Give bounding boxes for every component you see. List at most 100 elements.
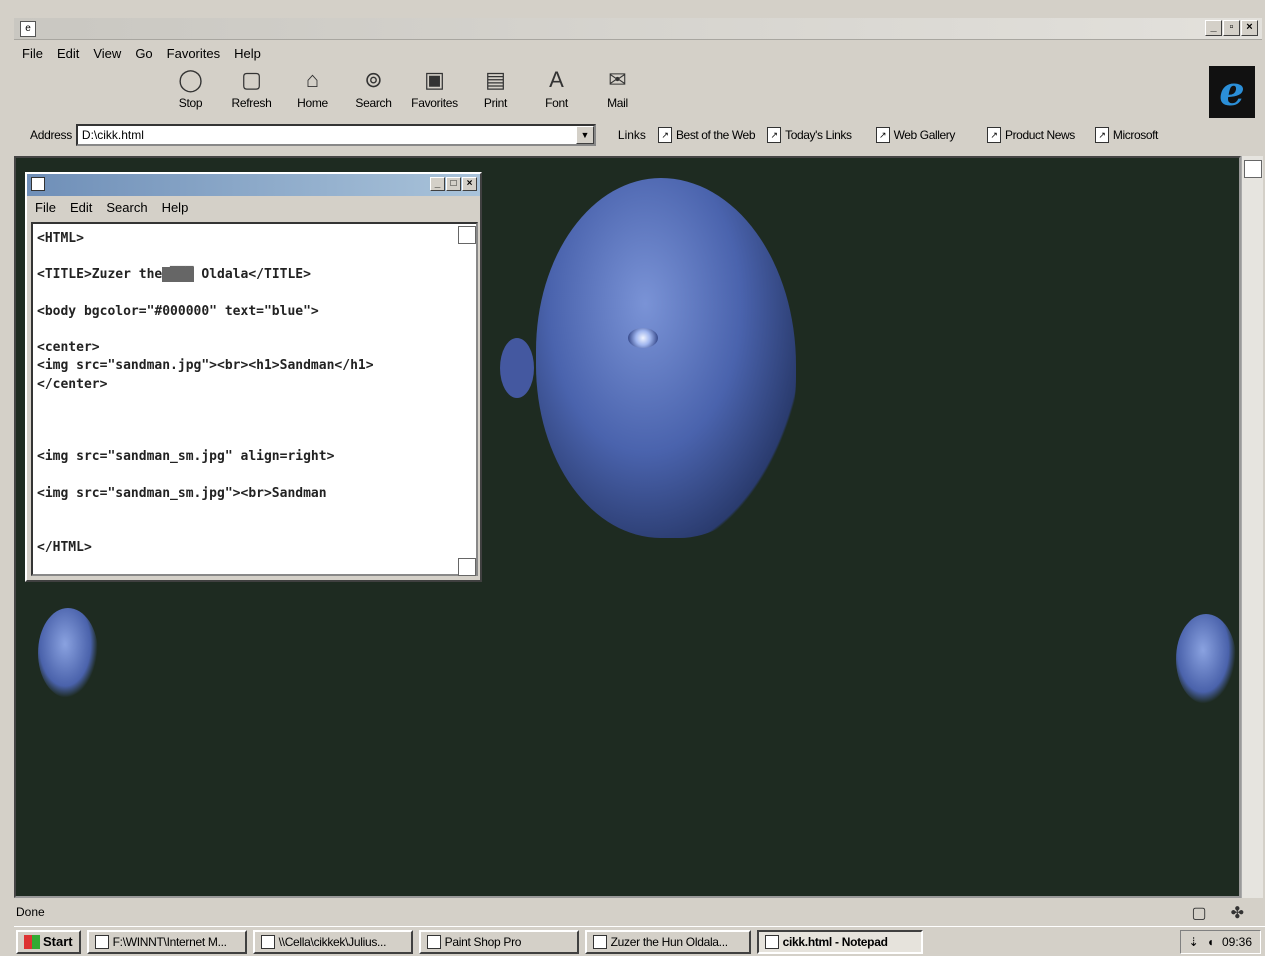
- ie-logo-icon: e: [1209, 66, 1255, 118]
- task-zuzer-the-hun[interactable]: Zuzer the Hun Oldala...: [584, 929, 751, 954]
- browser-menu-bar: File Edit View Go Favorites Help: [14, 42, 261, 64]
- browser-title-bar: e _ ▫ ×: [14, 18, 1262, 40]
- task-paint-shop-pro[interactable]: Paint Shop Pro: [418, 929, 579, 954]
- notepad-line: </center>: [37, 376, 108, 392]
- notepad-system-menu-icon[interactable]: [31, 177, 45, 191]
- volume-icon[interactable]: ◖: [1207, 935, 1214, 949]
- print-icon: ▤: [485, 67, 506, 92]
- clock[interactable]: 09:36: [1222, 935, 1252, 949]
- status-bar: Done ▢ ✤: [14, 900, 1262, 924]
- mail-button[interactable]: ✉ Mail: [587, 66, 648, 118]
- task-label: Paint Shop Pro: [444, 934, 522, 949]
- minimize-button[interactable]: _: [1205, 20, 1222, 36]
- notepad-minimize-button[interactable]: _: [430, 177, 445, 191]
- notepad-line: </HTML>: [37, 540, 92, 556]
- notepad-line: <body bgcolor="#000000" text="blue">: [37, 303, 319, 319]
- notepad-line: [37, 521, 472, 539]
- notepad-line-tail: Oldala</TITLE>: [193, 267, 311, 283]
- link-best-of-the-web[interactable]: ↗ Best of the Web: [657, 127, 756, 143]
- sandman-small-image-right: [1176, 614, 1236, 704]
- folder-icon: [260, 934, 275, 949]
- favorites-icon: ▣: [424, 67, 445, 92]
- folder-icon: [94, 934, 109, 949]
- notepad-line: [37, 430, 472, 448]
- favorites-button[interactable]: ▣ Favorites: [404, 66, 465, 118]
- menu-help[interactable]: Help: [234, 46, 261, 61]
- vertical-scrollbar[interactable]: [1241, 156, 1263, 898]
- mail-icon: ✉: [608, 67, 627, 92]
- notepad-close-button[interactable]: ×: [462, 177, 477, 191]
- notepad-line: <HTML>: [37, 231, 84, 246]
- task-label: F:\WINNT\Internet M...: [112, 934, 227, 949]
- sandman-small-image-left: [38, 608, 98, 698]
- menu-view[interactable]: View: [93, 46, 121, 61]
- link-label: Today's Links: [785, 128, 852, 142]
- menu-favorites[interactable]: Favorites: [167, 46, 220, 61]
- start-label: Start: [43, 934, 73, 949]
- address-bar: Address D:\cikk.html ▼ Links ↗ Best of th…: [14, 122, 1262, 148]
- page-link-icon: ↗: [767, 127, 782, 143]
- maximize-button[interactable]: ▫: [1223, 20, 1240, 36]
- print-button[interactable]: ▤ Print: [465, 66, 526, 118]
- link-product-news[interactable]: ↗ Product News: [986, 127, 1075, 143]
- home-button[interactable]: ⌂ Home: [282, 66, 343, 118]
- stop-button[interactable]: ◯ Stop: [160, 66, 221, 118]
- task-cella-cikkek[interactable]: \\Cella\cikkek\Julius...: [252, 929, 413, 954]
- notepad-menu-search[interactable]: Search: [106, 200, 147, 215]
- zone-page-icon: ▢: [1191, 905, 1207, 922]
- address-label: Address: [30, 128, 72, 142]
- notepad-menu-file[interactable]: File: [35, 200, 56, 215]
- links-label[interactable]: Links: [618, 128, 646, 142]
- close-button[interactable]: ×: [1241, 20, 1258, 36]
- address-input[interactable]: D:\cikk.html ▼: [75, 124, 596, 146]
- page-link-icon: ↗: [657, 127, 672, 143]
- link-microsoft[interactable]: ↗ Microsoft: [1094, 127, 1158, 143]
- page-link-icon: ↗: [875, 127, 890, 143]
- browser-system-menu-icon[interactable]: e: [20, 21, 36, 37]
- scroll-thumb[interactable]: [1244, 160, 1262, 178]
- link-todays-links[interactable]: ↗ Today's Links: [767, 127, 852, 143]
- notepad-icon: [764, 934, 779, 949]
- home-icon: ⌂: [305, 67, 320, 92]
- search-icon: ⊚: [364, 67, 383, 92]
- search-button[interactable]: ⊚ Search: [343, 66, 404, 118]
- notepad-line: [37, 412, 472, 430]
- stop-icon: ◯: [178, 67, 203, 92]
- ie-page-icon: [592, 934, 607, 949]
- security-zone-icon: ✤: [1230, 905, 1244, 922]
- task-internet-explorer-folder[interactable]: F:\WINNT\Internet M...: [86, 929, 247, 954]
- notepad-menu-edit[interactable]: Edit: [70, 200, 92, 215]
- task-label: \\Cella\cikkek\Julius...: [278, 934, 387, 949]
- address-dropdown-icon[interactable]: ▼: [575, 126, 594, 144]
- home-label: Home: [297, 96, 328, 110]
- refresh-icon: ▢: [241, 67, 262, 92]
- start-button[interactable]: Start: [16, 929, 81, 954]
- font-icon: A: [549, 67, 564, 92]
- taskbar: Start F:\WINNT\Internet M... \\Cella\cik…: [14, 926, 1265, 956]
- font-button[interactable]: A Font: [526, 66, 587, 118]
- link-label: Microsoft: [1112, 128, 1158, 142]
- notepad-menu-help[interactable]: Help: [162, 200, 189, 215]
- menu-go[interactable]: Go: [135, 46, 152, 61]
- menu-file[interactable]: File: [22, 46, 43, 61]
- notepad-line: <center>: [37, 340, 100, 356]
- notepad-line: <img src="sandman_sm.jpg"><br>Sandman: [37, 485, 327, 501]
- link-label: Product News: [1004, 128, 1075, 142]
- notepad-window[interactable]: _ □ × File Edit Search Help <HTML> <TITL…: [25, 172, 482, 582]
- network-icon[interactable]: ⇣: [1189, 935, 1199, 949]
- task-notepad[interactable]: cikk.html - Notepad: [756, 929, 923, 954]
- notepad-text-area[interactable]: <HTML> <TITLE>Zuzer the ███ Oldala</TITL…: [31, 222, 478, 576]
- address-value: D:\cikk.html: [81, 128, 144, 142]
- font-label: Font: [545, 96, 568, 110]
- sandman-ear: [500, 338, 534, 398]
- notepad-title-bar[interactable]: _ □ ×: [27, 174, 480, 196]
- system-tray: ⇣ ◖ 09:36: [1179, 930, 1261, 954]
- browser-toolbar: ◯ Stop ▢ Refresh ⌂ Home ⊚ Search ▣ Favorites …: [160, 66, 648, 118]
- refresh-button[interactable]: ▢ Refresh: [221, 66, 282, 118]
- search-label: Search: [355, 96, 392, 110]
- menu-edit[interactable]: Edit: [57, 46, 79, 61]
- notepad-maximize-button[interactable]: □: [446, 177, 461, 191]
- notepad-scroll-up-icon[interactable]: [458, 226, 476, 244]
- link-web-gallery[interactable]: ↗ Web Gallery: [875, 127, 955, 143]
- notepad-resize-grip-icon[interactable]: [458, 558, 476, 576]
